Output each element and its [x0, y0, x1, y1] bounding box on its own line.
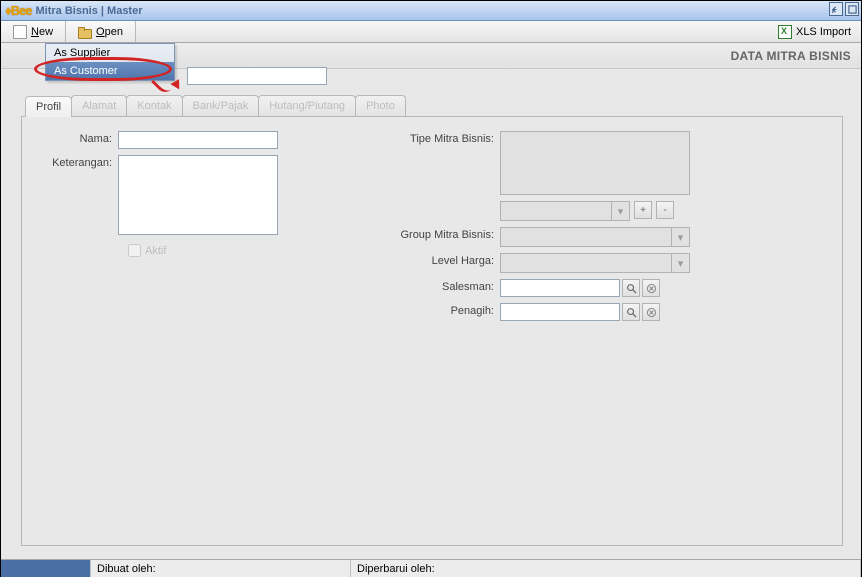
level-label: Level Harga: [380, 253, 500, 273]
open-icon [78, 25, 92, 39]
penagih-clear-button[interactable] [642, 303, 660, 321]
aktif-checkbox[interactable] [128, 244, 141, 257]
dropdown-item-as-customer[interactable]: As Customer [46, 62, 174, 80]
xls-import-label: XLS Import [796, 26, 851, 38]
status-progress [1, 560, 91, 577]
window-titlebar: ♦Bee Mitra Bisnis | Master [1, 1, 861, 21]
group-label: Group Mitra Bisnis: [380, 227, 500, 247]
penagih-lookup-button[interactable] [622, 303, 640, 321]
penagih-label: Penagih: [380, 303, 500, 321]
add-tipe-button[interactable]: + [634, 201, 652, 219]
status-created-by: Dibuat oleh: [91, 560, 351, 577]
salesman-lookup-button[interactable] [622, 279, 640, 297]
chevron-down-icon: ▾ [611, 202, 629, 220]
nama-input[interactable] [118, 131, 278, 149]
window-title: Mitra Bisnis | Master [36, 5, 143, 17]
new-button[interactable]: New [1, 21, 66, 42]
group-combo[interactable]: ▾ [500, 227, 690, 247]
window-maximize-button[interactable] [845, 2, 859, 16]
tab-panel: Profil Alamat Kontak Bank/Pajak Hutang/P… [21, 95, 843, 549]
salesman-label: Salesman: [380, 279, 500, 297]
salesman-input[interactable] [500, 279, 620, 297]
tipe-listbox[interactable] [500, 131, 690, 195]
tab-profil[interactable]: Profil [25, 96, 72, 117]
search-icon [626, 283, 637, 294]
tab-hutangpiutang[interactable]: Hutang/Piutang [258, 95, 356, 116]
clear-icon [646, 307, 657, 318]
tipe-label: Tipe Mitra Bisnis: [380, 131, 500, 195]
search-icon [626, 307, 637, 318]
dropdown-item-as-supplier[interactable]: As Supplier [46, 44, 174, 62]
tab-kontak[interactable]: Kontak [126, 95, 182, 116]
penagih-input[interactable] [500, 303, 620, 321]
keterangan-label: Keterangan: [40, 155, 118, 235]
new-icon [13, 25, 27, 39]
new-label: New [31, 26, 53, 38]
nama-label: Nama: [40, 131, 118, 149]
tab-body: Nama: Keterangan: Aktif Tipe Mitra Bisni… [21, 116, 843, 546]
tab-photo[interactable]: Photo [355, 95, 406, 116]
chevron-down-icon: ▾ [671, 228, 689, 246]
code-input[interactable] [187, 67, 327, 85]
tabstrip: Profil Alamat Kontak Bank/Pajak Hutang/P… [21, 95, 843, 116]
statusbar: Dibuat oleh: Diperbarui oleh: [1, 559, 861, 577]
clear-icon [646, 283, 657, 294]
new-dropdown-menu: As Supplier As Customer [45, 43, 175, 81]
level-combo[interactable]: ▾ [500, 253, 690, 273]
content-area: DATA MITRA BISNIS As Supplier As Custome… [1, 43, 861, 559]
xls-import-button[interactable]: XLS Import [768, 21, 861, 42]
open-button[interactable]: Open [66, 21, 136, 42]
main-toolbar: New Open XLS Import [1, 21, 861, 43]
tipe-combo[interactable]: ▾ [500, 201, 630, 221]
app-logo: ♦Bee [5, 3, 32, 18]
chevron-down-icon: ▾ [671, 254, 689, 272]
aktif-label: Aktif [145, 245, 166, 257]
window-controls [829, 2, 859, 16]
window-minimize-button[interactable] [829, 2, 843, 16]
keterangan-textarea[interactable] [118, 155, 278, 235]
tab-alamat[interactable]: Alamat [71, 95, 127, 116]
status-updated-by: Diperbarui oleh: [351, 560, 861, 577]
open-label: Open [96, 26, 123, 38]
remove-tipe-button[interactable]: - [656, 201, 674, 219]
salesman-clear-button[interactable] [642, 279, 660, 297]
xls-icon [778, 25, 792, 39]
tab-bankpajak[interactable]: Bank/Pajak [182, 95, 260, 116]
left-column: Nama: Keterangan: Aktif [40, 131, 340, 531]
right-column: Tipe Mitra Bisnis: ▾ + - Group Mitra Bis… [340, 131, 824, 531]
